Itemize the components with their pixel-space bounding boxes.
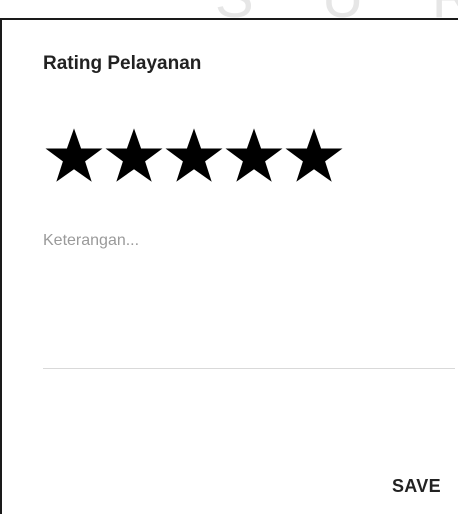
star-icon[interactable]	[44, 126, 104, 186]
star-rating	[44, 126, 344, 186]
save-button[interactable]: SAVE	[378, 466, 458, 506]
star-icon[interactable]	[224, 126, 284, 186]
screen: S U R A B Rating Pelayanan SAVE	[0, 0, 458, 514]
note-input[interactable]	[43, 232, 453, 372]
dialog-title: Rating Pelayanan	[43, 53, 202, 74]
rating-dialog: Rating Pelayanan SAVE	[0, 18, 458, 514]
star-icon[interactable]	[284, 126, 344, 186]
star-icon[interactable]	[164, 126, 224, 186]
star-icon[interactable]	[104, 126, 164, 186]
input-underline	[43, 368, 455, 369]
